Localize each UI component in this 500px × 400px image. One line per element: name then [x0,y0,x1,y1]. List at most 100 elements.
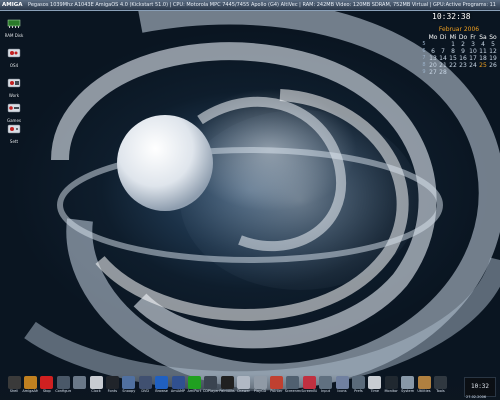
dock-item[interactable]: ScreenBlank [301,376,317,398]
weekday: So [489,34,497,41]
dock-app-icon [351,376,365,389]
calendar-day[interactable]: 13 [428,55,438,62]
weekday: Sa [479,34,487,41]
dock-item[interactable]: Tools [432,376,448,398]
calendar-day[interactable]: 15 [448,55,458,62]
weekday: Fr [470,34,476,41]
dock-item[interactable]: AmiPort [186,376,202,398]
dock-item[interactable]: AmiAMP [170,376,186,398]
calendar-weekday-header: Mo Di Mi Do Fr Sa So [420,34,498,41]
dock-app-icon [7,376,21,389]
calendar-day[interactable] [458,69,468,76]
dock-item-label: PaintAlbums [219,389,235,393]
calendar-day[interactable]: 2 [458,41,468,48]
dock-item[interactable]: CDPlayer [203,376,219,398]
dock-item-label: Tools [436,389,445,393]
desktop-icon-ramdisk[interactable]: RAM Disk [2,14,26,38]
dock-app-icon [384,376,398,389]
calendar-day[interactable]: 5 [488,41,498,48]
desktop-icon-work[interactable]: Work [2,74,26,98]
calendar-day[interactable] [478,69,488,76]
desktop-clock: 10:32:38 [432,12,471,21]
desktop-icon-sett[interactable]: Sett [2,120,26,144]
calendar-day[interactable] [428,41,438,48]
active-programs-count[interactable]: Active Programs: 11 [446,2,500,8]
calendar-day[interactable]: 7 [438,48,448,55]
dock-item[interactable]: Prefs [350,376,366,398]
dock-item[interactable]: Browse [154,376,170,398]
calendar-day[interactable]: 18 [478,55,488,62]
dock-item[interactable]: Screenmode [285,376,301,398]
week-number: 6 [422,48,426,54]
calendar-week-row: 7 13 14 15 16 17 18 19 [420,55,498,62]
dock-item[interactable]: System [400,376,416,398]
calendar-day[interactable]: 26 [488,62,498,69]
dock-item[interactable]: Shell [6,376,22,398]
calendar-day[interactable]: 8 [448,48,458,55]
dock-bar: ShellAmigaAMPStop Configure Clock Fonts Snoo… [0,374,500,400]
dock-app-icon [286,376,300,389]
calendar-day[interactable] [488,69,498,76]
dock-item-label: Input [321,389,331,393]
calendar-day[interactable]: 20 [428,62,438,69]
calendar-day[interactable]: 10 [468,48,478,55]
calendar-day[interactable]: 25 [478,62,488,69]
dock-item[interactable]: Stop [39,376,55,398]
desktop-icon-label: Sett [9,139,19,144]
dock-item[interactable] [72,376,88,398]
week-number: 5 [422,41,426,47]
calendar-day[interactable] [438,41,448,48]
calendar-day[interactable]: 27 [428,69,438,76]
dock-item[interactable]: Pointer [268,376,284,398]
dock-item[interactable]: PlayCD [252,376,268,398]
amiga-logo[interactable]: AMIGA [0,2,28,8]
dock-item[interactable]: Drawer [236,376,252,398]
dock-item[interactable]: DVD [137,376,153,398]
dock-item[interactable]: Snoopy [121,376,137,398]
dock-app-icon [73,376,87,389]
dock-item-label: AmigaAMP [22,389,39,393]
dock-item[interactable]: Clock [88,376,104,398]
calendar-day[interactable]: 24 [468,62,478,69]
calendar-day[interactable]: 3 [468,41,478,48]
desktop-icon-label: RAM Disk [4,33,24,38]
calendar-day[interactable]: 22 [448,62,458,69]
weekday: Do [458,34,468,41]
dock-item[interactable]: Input [318,376,334,398]
calendar-day[interactable]: 16 [458,55,468,62]
desktop-icon-os4[interactable]: OS4 [2,44,26,68]
calendar-day[interactable]: 21 [438,62,448,69]
dock-item-label: Clock [91,389,101,393]
dock-item[interactable]: PaintAlbums [219,376,235,398]
calendar-day[interactable]: 4 [478,41,488,48]
dock-item[interactable]: Time [367,376,383,398]
ramdisk-icon [7,19,21,28]
dock-clock[interactable]: 10:32 [464,377,496,397]
calendar-day[interactable]: 11 [478,48,488,55]
dock-app-icon [171,376,185,389]
calendar-day[interactable]: 19 [488,55,498,62]
calendar-day[interactable]: 23 [458,62,468,69]
dock-item[interactable]: Fonts [104,376,120,398]
dock-item[interactable]: Configure [55,376,71,398]
dock-app-icon [56,376,70,389]
calendar-day[interactable]: 1 [448,41,458,48]
calendar-day[interactable]: 17 [468,55,478,62]
calendar-day[interactable]: 9 [458,48,468,55]
dock-app-icon [433,376,447,389]
dock-item-label: DVD [141,389,150,393]
dock-item[interactable]: Utilities [416,376,432,398]
dock-item[interactable]: AmigaAMP [22,376,38,398]
dock-item-label: Time [370,389,380,393]
calendar-month: Februar 2006 [438,26,480,33]
calendar-day[interactable]: 6 [428,48,438,55]
calendar-day[interactable] [448,69,458,76]
desktop-icon-label: Work [8,93,20,98]
calendar-day[interactable]: 14 [438,55,448,62]
calendar-day[interactable]: 28 [438,69,448,76]
calendar-day[interactable]: 12 [488,48,498,55]
dock-app-icon [105,376,119,389]
calendar-day[interactable] [468,69,478,76]
dock-item[interactable]: Icons [334,376,350,398]
dock-item[interactable]: Monitor [383,376,399,398]
